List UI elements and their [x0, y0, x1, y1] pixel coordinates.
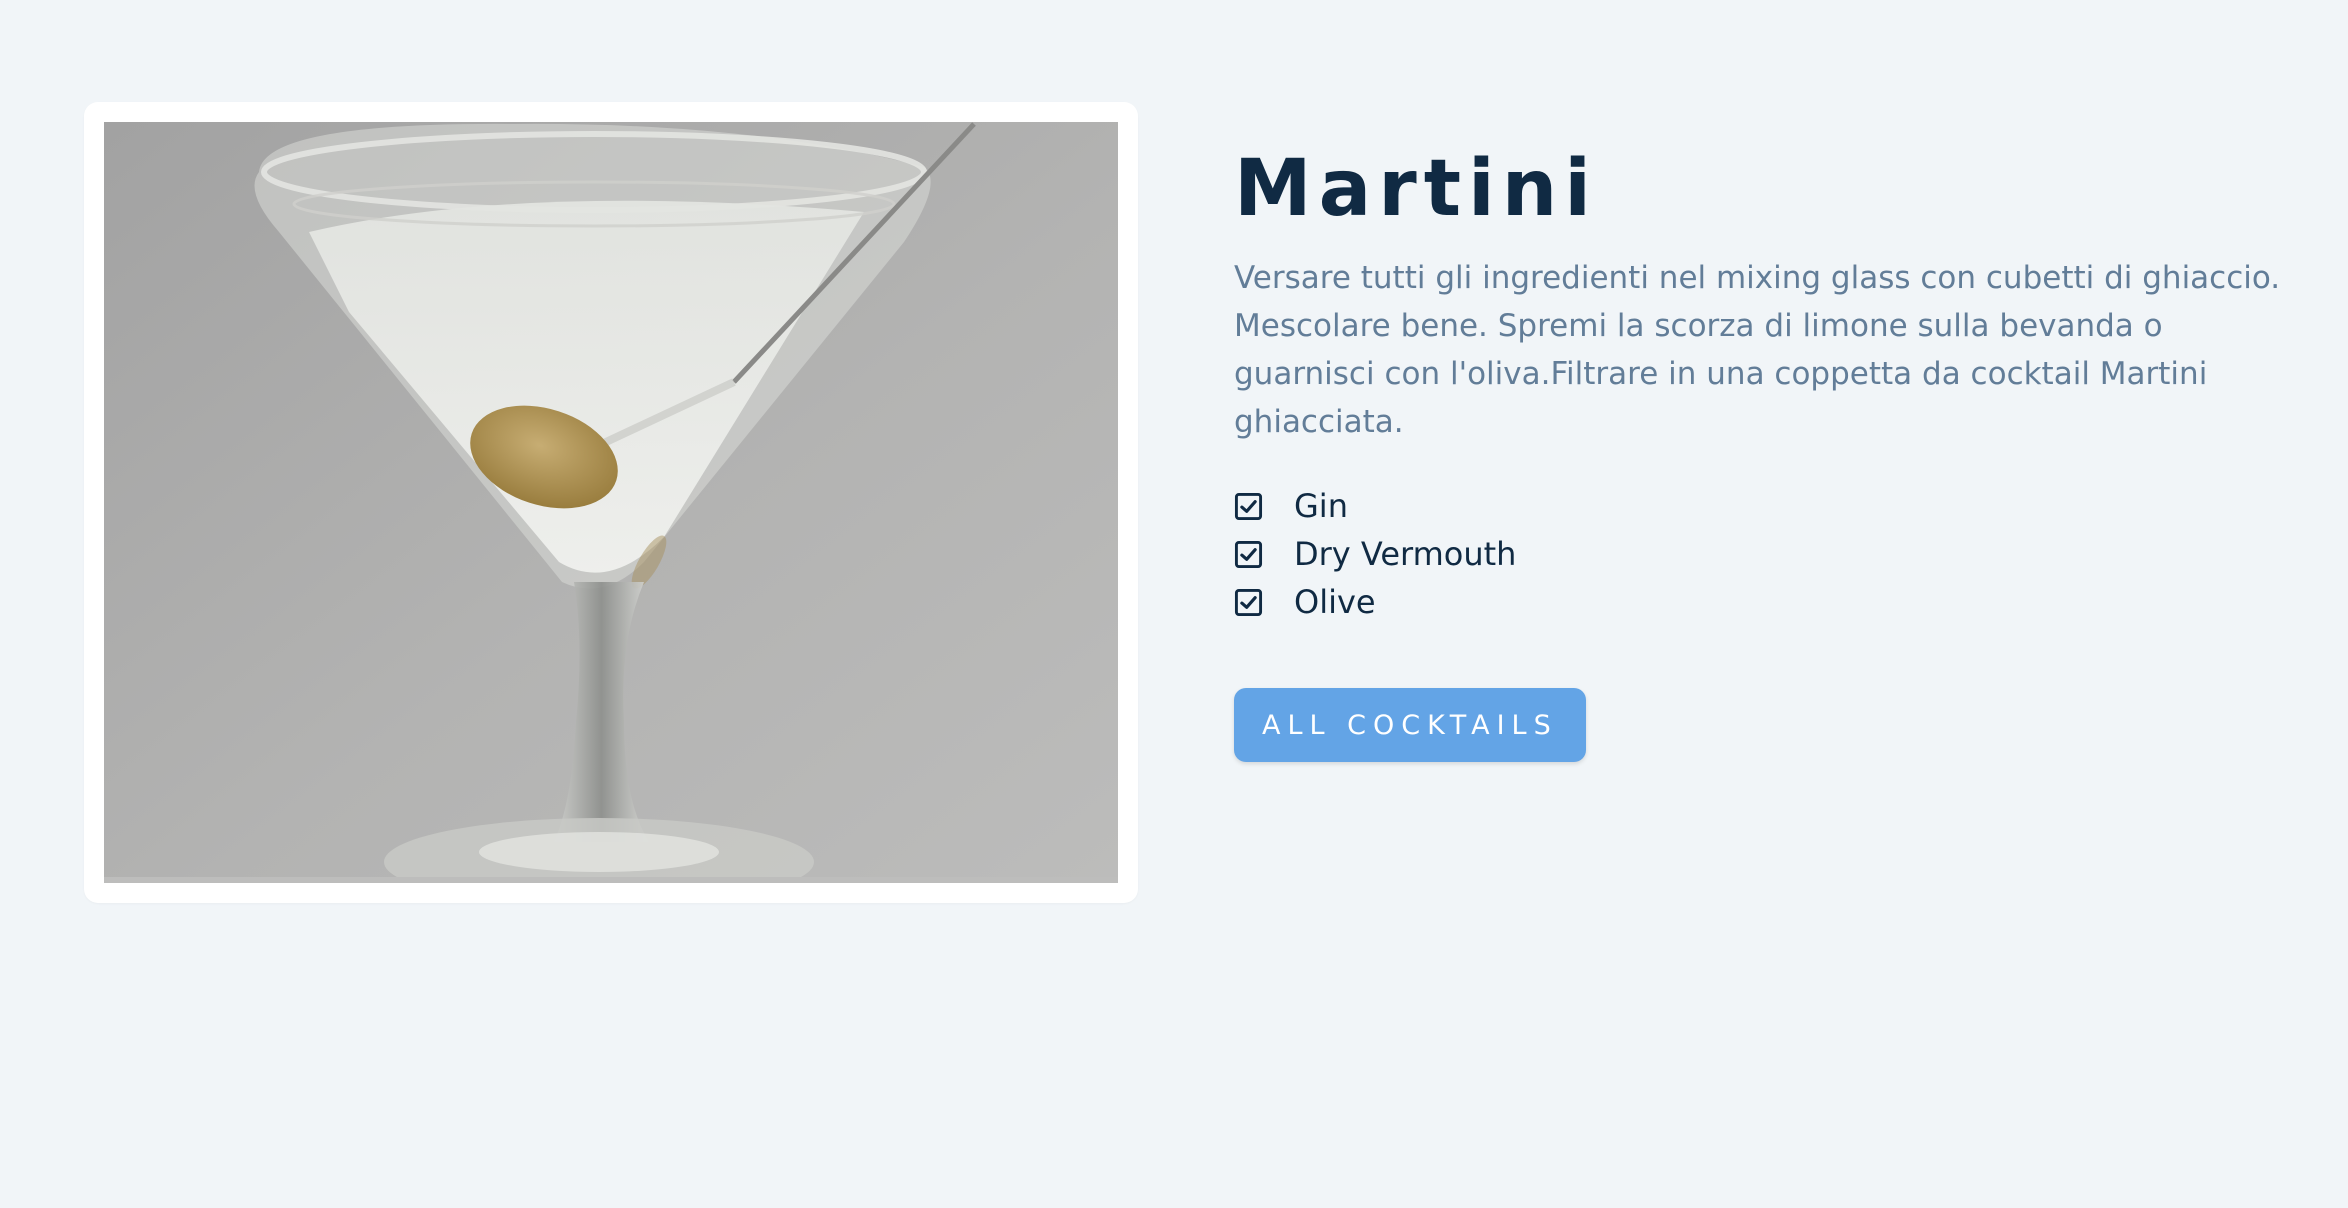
drink-image-card	[84, 102, 1138, 903]
ingredient-label: Dry Vermouth	[1294, 535, 1517, 573]
drink-title: Martini	[1234, 144, 1599, 234]
checkbox-checked-icon	[1234, 492, 1263, 521]
drink-details: Martini Versare tutti gli ingredienti ne…	[1234, 150, 2294, 762]
checkbox-checked-icon	[1234, 540, 1263, 569]
ingredients-list: Gin Dry Vermouth Olive	[1234, 482, 2294, 626]
checkbox-checked-icon	[1234, 588, 1263, 617]
ingredient-item: Olive	[1234, 578, 2294, 626]
martini-glass-image	[104, 122, 1118, 883]
drink-instructions: Versare tutti gli ingredienti nel mixing…	[1234, 260, 2281, 440]
ingredient-item: Gin	[1234, 482, 2294, 530]
all-cocktails-button[interactable]: ALL COCKTAILS	[1234, 688, 1586, 762]
drink-image	[104, 122, 1118, 883]
ingredient-item: Dry Vermouth	[1234, 530, 2294, 578]
ingredient-label: Olive	[1294, 583, 1376, 621]
ingredient-label: Gin	[1294, 487, 1348, 525]
